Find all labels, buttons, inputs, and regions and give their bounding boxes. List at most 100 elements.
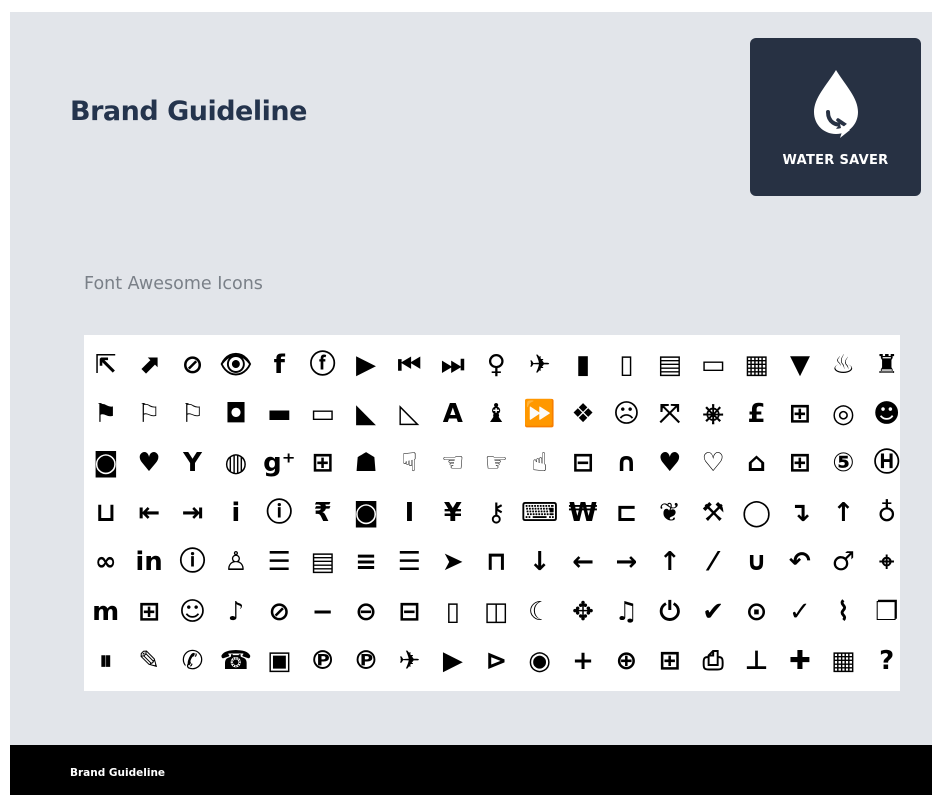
indent-icon: ⇥ [181, 497, 204, 528]
long-arrow-down-icon: ↓ [528, 547, 551, 578]
logo-text: WATER SAVER [782, 153, 889, 168]
long-arrow-left-icon: ← [572, 547, 594, 578]
medkit-icon: ⊞ [138, 596, 160, 627]
flickr-icon: ◘ [224, 399, 247, 430]
pencil-icon: ✎ [138, 646, 160, 677]
long-arrow-right-icon: → [615, 547, 638, 578]
water-saver-logo: WATER SAVER [750, 38, 921, 196]
water-drop-icon [814, 70, 858, 138]
check-circle-outline-icon: ⊙ [745, 596, 768, 627]
github-cat-icon: ☻ [873, 399, 901, 430]
gbp-icon: £ [747, 399, 766, 430]
fast-forward-icon: ⏭ [441, 349, 465, 380]
qrcode-icon: ▦ [831, 646, 856, 677]
hand-down-icon: ☟ [401, 448, 418, 479]
headphones-icon: ∩ [615, 448, 637, 479]
music-icon: ♫ [614, 596, 639, 627]
male-icon: ♂ [831, 547, 855, 578]
fire-icon: ♨ [831, 349, 855, 380]
magic-icon: ⁄ [710, 547, 716, 578]
question-icon: ? [879, 646, 895, 677]
paperclip-icon: ⌇ [836, 596, 850, 627]
frown-icon: ☹ [612, 399, 640, 430]
lemon-icon: ◯ [742, 497, 772, 528]
lock-icon: ⊓ [485, 547, 507, 578]
inbox-icon: ⊔ [95, 497, 117, 528]
italic-icon: I [404, 497, 415, 528]
arrows-alt-icon: ⤧ [659, 399, 681, 430]
list-ul-icon: ☰ [397, 547, 422, 578]
github-square-icon: ◙ [93, 448, 119, 479]
pinterest-icon: ℗ [309, 646, 336, 677]
picture-icon: ▣ [266, 646, 292, 677]
arrows-icon: ✥ [572, 596, 594, 627]
gittip-heart-icon: ♥ [137, 448, 161, 479]
level-down-icon: ↴ [789, 497, 811, 528]
folder-open-icon: ◣ [356, 399, 377, 430]
file-icon: ▮ [575, 349, 591, 380]
hand-left-icon: ☜ [441, 448, 465, 479]
paste-icon: ❐ [875, 596, 899, 627]
globe-icon: ◍ [224, 448, 248, 479]
info-circle-icon: ⓘ [266, 497, 293, 528]
keyboard-icon: ⌨ [520, 497, 559, 528]
thumb-tack-icon: ⊥ [744, 646, 769, 677]
instagram-icon: ◙ [353, 497, 379, 528]
gamepad-icon: ⎈ [702, 399, 724, 430]
print-icon: ⎙ [702, 646, 724, 677]
female-icon: ♀ [486, 349, 506, 380]
hdd-icon: ⊟ [572, 448, 594, 479]
fire-extinguisher-icon: ♜ [875, 349, 899, 380]
hand-right-icon: ☞ [484, 448, 508, 479]
mobile-icon: ▯ [445, 596, 460, 627]
check-circle-icon: ✓ [789, 596, 811, 627]
plane-icon: ✈ [398, 646, 421, 677]
fighter-jet-icon: ✈ [528, 349, 551, 380]
list-alt-icon: ▤ [310, 547, 335, 578]
heart-icon: ♥ [658, 448, 682, 479]
icon-panel: ⇱ ⬈ ⊘ 👁 f ⓕ ▶ ⏮ ⏭ ♀ ✈ ▮ ▯ ▤ ▭ ▦ ▼ ♨ ♜ ⚑ ⚐ ⚐ ◘ ▬ ▭ ◣ ◺ A ♝ ⏩ ❖ ☹ ⤧ ⎈ £ ⊞ ◎ ☻ ◙ ♥… [84, 335, 900, 691]
link-icon: ∞ [94, 547, 117, 578]
inr-icon: ₹ [313, 497, 332, 528]
play-circle-icon: ◉ [528, 646, 551, 677]
html5-icon: ⑤ [832, 448, 855, 479]
google-plus-square-icon: ⊞ [311, 448, 334, 479]
eye-icon: 👁 [219, 349, 253, 380]
check-icon: ✔ [702, 596, 725, 627]
filter-icon: ▼ [789, 349, 810, 380]
moon-icon: ☾ [527, 596, 552, 627]
file-outline-icon: ▯ [619, 349, 634, 380]
outdent-icon: ⇤ [138, 497, 160, 528]
microphone-slash-icon: ⊘ [268, 596, 291, 627]
hospital-icon: ⊞ [789, 448, 811, 479]
footer-text: Brand Guideline [70, 767, 166, 779]
leaf-icon: ❦ [658, 497, 681, 528]
foursquare-icon: ♝ [484, 399, 508, 430]
fast-backward-icon: ⏮ [397, 349, 422, 380]
phone-square-icon: ☎ [219, 646, 253, 677]
footer: Brand Guideline [10, 745, 932, 795]
group-icon: ☗ [354, 448, 378, 479]
maxcdn-icon: m [92, 596, 120, 627]
list-icon: ☰ [267, 547, 291, 578]
plus-square-icon: ⊞ [658, 646, 681, 677]
play-circle-outline-icon: ⊳ [485, 646, 508, 677]
minus-circle-icon: ⊖ [355, 596, 377, 627]
key-icon: ⚷ [486, 497, 506, 528]
map-marker-icon: ⌖ [879, 547, 895, 578]
meh-icon: ☺ [178, 596, 207, 627]
google-plus-icon: g⁺ [263, 448, 296, 479]
flag-checkered-icon: ⚐ [180, 399, 205, 430]
glass-icon: Y [183, 448, 202, 479]
forward-icon: ⏩ [523, 399, 556, 430]
legal-icon: ⚒ [701, 497, 725, 528]
gittip-icon: ❖ [571, 399, 595, 430]
magnet-icon: ∪ [745, 547, 768, 578]
page-title: Brand Guideline [70, 96, 307, 127]
flag-outline-icon: ⚐ [137, 399, 161, 430]
folder-open-outline-icon: ◺ [399, 399, 420, 430]
external-link-square-icon: ⬈ [138, 349, 160, 380]
puzzle-piece-icon: ✚ [789, 646, 811, 677]
file-text-outline-icon: ▭ [700, 349, 726, 380]
phone-icon: ✆ [181, 646, 204, 677]
